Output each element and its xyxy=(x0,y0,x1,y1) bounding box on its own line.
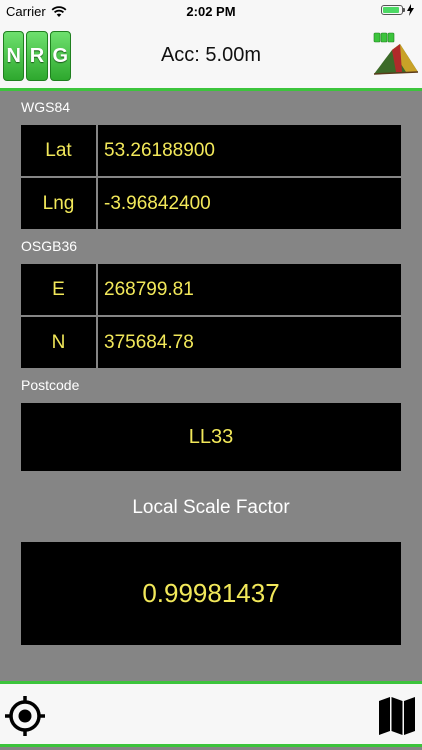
easting-value: 268799.81 xyxy=(98,264,401,315)
wgs84-section-label: WGS84 xyxy=(21,99,71,115)
northing-label: N xyxy=(21,317,96,368)
postcode-section-label: Postcode xyxy=(21,377,80,393)
postcode-value: LL33 xyxy=(21,403,401,471)
crosshair-target-icon[interactable] xyxy=(3,694,47,738)
local-scale-factor-value: 0.99981437 xyxy=(21,542,401,645)
nrg-terrain-logo-icon xyxy=(373,32,419,75)
northing-value: 375684.78 xyxy=(98,317,401,368)
lat-row: Lat 53.26188900 xyxy=(21,125,401,176)
charging-bolt-icon xyxy=(407,4,414,16)
folded-map-icon[interactable] xyxy=(378,696,416,736)
battery-icon xyxy=(381,5,405,15)
easting-label: E xyxy=(21,264,96,315)
status-right xyxy=(381,4,414,16)
accuracy-title: Acc: 5.00m xyxy=(160,44,262,66)
lat-value: 53.26188900 xyxy=(98,125,401,176)
lng-row: Lng -3.96842400 xyxy=(21,178,401,229)
bottom-toolbar xyxy=(0,681,422,747)
status-bar: Carrier 2:02 PM xyxy=(0,0,422,22)
easting-row: E 268799.81 xyxy=(21,264,401,315)
northing-row: N 375684.78 xyxy=(21,317,401,368)
lng-label: Lng xyxy=(21,178,96,229)
lat-label: Lat xyxy=(21,125,96,176)
osgb36-section-label: OSGB36 xyxy=(21,238,78,254)
status-time: 2:02 PM xyxy=(186,4,236,19)
lng-value: -3.96842400 xyxy=(98,178,401,229)
app-header: N R G Acc: 5.00m xyxy=(0,22,422,91)
local-scale-factor-title: Local Scale Factor xyxy=(132,497,290,518)
